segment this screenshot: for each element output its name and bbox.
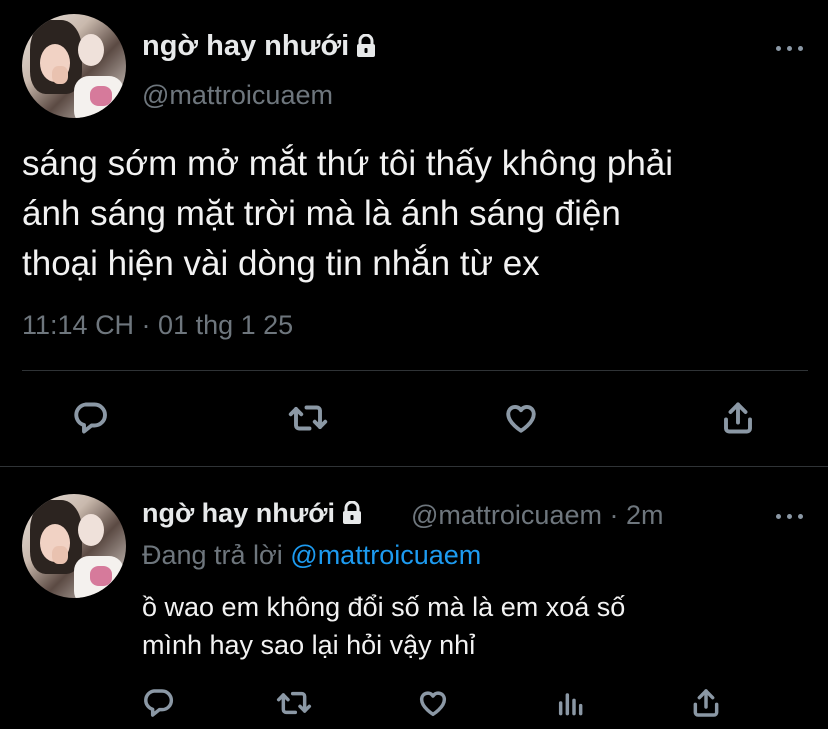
like-icon bbox=[419, 691, 447, 717]
more-options-button[interactable] bbox=[776, 46, 803, 51]
share-button[interactable] bbox=[718, 398, 758, 438]
reply-text-line: ồ wao em không đổi số mà là em xoá số bbox=[142, 592, 626, 622]
reply-icon bbox=[144, 689, 174, 717]
replying-to-link[interactable]: @mattroicuaem bbox=[290, 540, 481, 570]
lock-icon bbox=[341, 500, 363, 532]
tweet-text-line: sáng sớm mở mắt thứ tôi thấy không phải bbox=[22, 144, 674, 183]
more-dot bbox=[776, 514, 781, 519]
user-handle-time[interactable]: @mattroicuaem · 2m bbox=[411, 500, 663, 531]
reply-text: ồ wao em không đổi số mà là em xoá số mì… bbox=[142, 588, 802, 664]
display-name-text: ngờ hay nhưới bbox=[142, 30, 350, 62]
user-handle[interactable]: @mattroicuaem bbox=[142, 80, 333, 111]
like-button[interactable] bbox=[414, 686, 452, 720]
display-name-text: ngờ hay nhưới bbox=[142, 498, 335, 528]
more-dot bbox=[798, 46, 803, 51]
divider bbox=[22, 370, 808, 371]
replying-to: Đang trả lời @mattroicuaem bbox=[142, 540, 481, 571]
retweet-button[interactable] bbox=[286, 398, 330, 438]
more-dot bbox=[787, 514, 792, 519]
reply-icon bbox=[74, 402, 107, 434]
retweet-icon bbox=[276, 691, 312, 715]
display-name[interactable]: ngờ hay nhưới bbox=[142, 30, 377, 66]
tweet-text-line: ánh sáng mặt trời mà là ánh sáng điện bbox=[22, 194, 621, 233]
more-dot bbox=[776, 46, 781, 51]
like-button[interactable] bbox=[500, 398, 542, 438]
retweet-button[interactable] bbox=[274, 686, 314, 720]
analytics-icon bbox=[558, 693, 583, 716]
tweet-text: sáng sớm mở mắt thứ tôi thấy không phải … bbox=[22, 139, 812, 289]
reply-text-line: mình hay sao lại hỏi vậy nhỉ bbox=[142, 630, 476, 660]
analytics-button[interactable] bbox=[552, 686, 588, 720]
reply-button[interactable] bbox=[140, 686, 176, 720]
reply-button[interactable] bbox=[70, 398, 110, 438]
tweet-text-line: thoại hiện vài dòng tin nhắn từ ex bbox=[22, 244, 540, 283]
share-button[interactable] bbox=[688, 686, 724, 720]
like-icon bbox=[506, 405, 536, 433]
avatar[interactable] bbox=[22, 14, 126, 118]
divider bbox=[0, 466, 828, 467]
more-dot bbox=[798, 514, 803, 519]
share-icon bbox=[724, 402, 752, 434]
lock-icon bbox=[355, 33, 377, 66]
retweet-icon bbox=[288, 405, 328, 431]
tweet-timestamp[interactable]: 11:14 CH · 01 thg 1 25 bbox=[22, 310, 293, 341]
more-dot bbox=[787, 46, 792, 51]
share-icon bbox=[693, 689, 719, 717]
avatar[interactable] bbox=[22, 494, 126, 598]
display-name[interactable]: ngờ hay nhưới bbox=[142, 498, 363, 532]
replying-prefix: Đang trả lời bbox=[142, 540, 283, 570]
more-options-button[interactable] bbox=[776, 514, 803, 519]
